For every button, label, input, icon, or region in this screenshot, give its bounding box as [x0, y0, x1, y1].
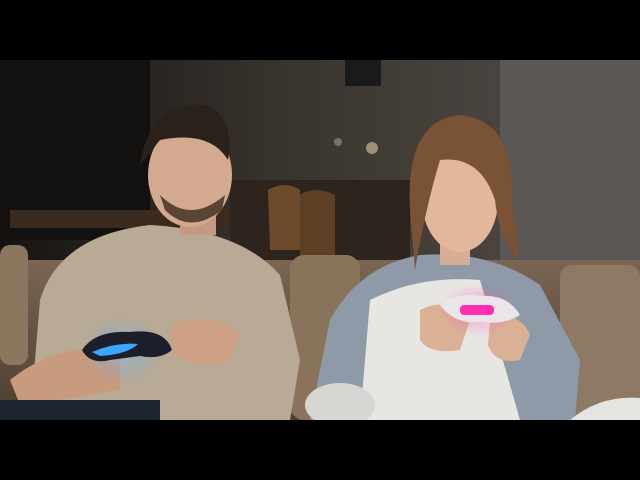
- video-frame: [0, 60, 640, 420]
- scene-illustration: [0, 60, 640, 420]
- sofa-armrest: [0, 245, 28, 365]
- controller-light-bar: [460, 305, 494, 315]
- letterbox-top: [0, 0, 640, 60]
- chair: [300, 190, 335, 260]
- ceiling-light: [334, 138, 342, 146]
- jeans: [0, 400, 160, 420]
- door-panel: [500, 60, 640, 270]
- letterbox-bottom: [0, 420, 640, 480]
- ceiling-light: [366, 142, 378, 154]
- wall-shelf-item: [345, 60, 381, 86]
- chair: [268, 185, 300, 250]
